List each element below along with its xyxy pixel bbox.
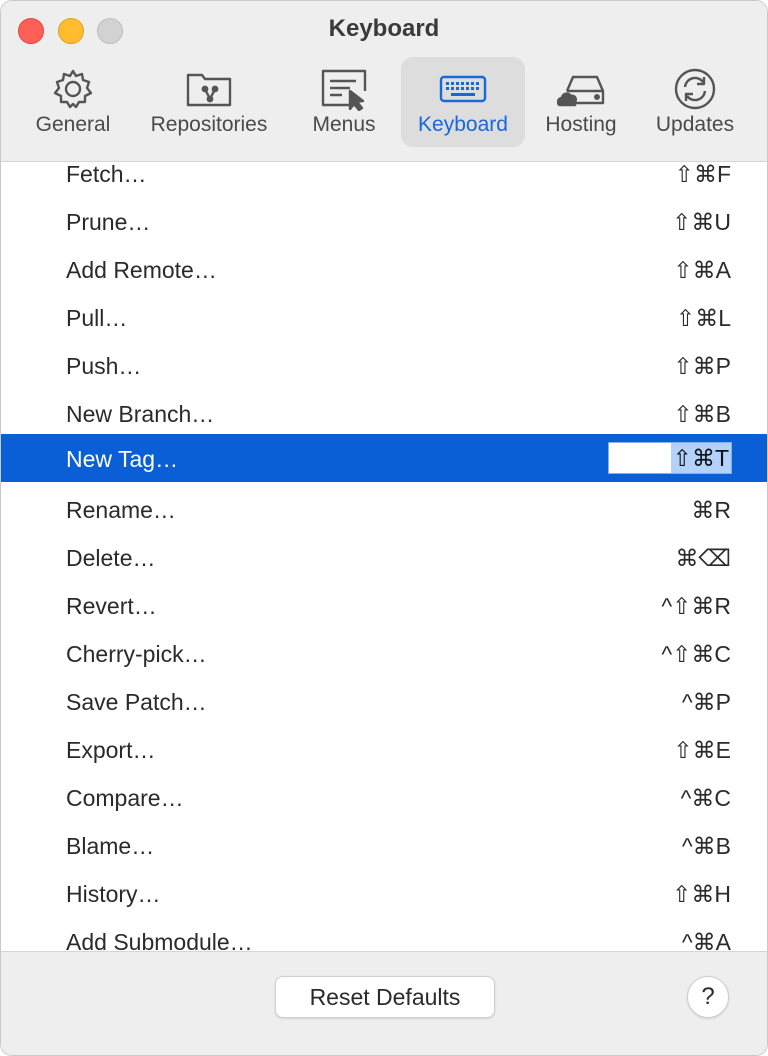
shortcut-row-blame[interactable]: Blame… ^⌘B [1,821,767,869]
shortcut-row-export[interactable]: Export… ⇧⌘E [1,725,767,773]
command-label: Pull… [66,305,128,331]
command-label: Blame… [66,833,155,859]
command-label: Prune… [66,209,151,235]
shortcut-row-cherry-pick[interactable]: Cherry-pick… ^⇧⌘C [1,629,767,677]
shortcut-row-new-branch[interactable]: New Branch… ⇧⌘B [1,389,767,437]
shortcut-row-delete[interactable]: Delete… ⌘⌫ [1,533,767,581]
shortcut-keys[interactable]: ⇧⌘P [673,353,731,380]
command-label: Add Remote… [66,257,217,283]
tab-repositories[interactable]: Repositories [139,57,279,147]
repository-folder-icon [185,67,233,111]
tab-label: Repositories [150,113,268,136]
tab-label: General [35,113,111,136]
shortcut-editor-field[interactable]: ⇧⌘T [608,442,732,474]
command-label: New Tag… [66,446,179,472]
shortcut-keys[interactable]: ⇧⌘H [672,881,731,908]
tab-hosting[interactable]: Hosting [533,57,629,147]
window-title: Keyboard [328,15,440,42]
command-label: Revert… [66,593,157,619]
shortcut-keys[interactable]: ⇧⌘L [676,305,731,332]
command-label: Save Patch… [66,689,207,715]
command-label: Compare… [66,785,184,811]
shortcut-row-compare[interactable]: Compare… ^⌘C [1,773,767,821]
shortcut-keys[interactable]: ⇧⌘F [675,162,731,188]
tab-label: Keyboard [418,113,508,136]
command-label: Rename… [66,497,176,523]
tab-menus[interactable]: Menus [297,57,391,147]
shortcut-row-prune[interactable]: Prune… ⇧⌘U [1,197,767,245]
shortcut-keys[interactable]: ⇧⌘A [673,257,731,284]
shortcut-row-fetch[interactable]: Fetch… ⇧⌘F [1,162,767,197]
footer-bar: Reset Defaults ? [1,951,767,1055]
help-button[interactable]: ? [687,976,729,1018]
tab-label: Hosting [545,113,617,136]
keyboard-icon [439,67,487,111]
command-label: History… [66,881,161,907]
shortcut-keys[interactable]: ^⇧⌘R [661,593,731,620]
shortcut-row-new-tag[interactable]: New Tag… ⇧⌘T [1,434,767,482]
tab-updates[interactable]: Updates [647,57,743,147]
shortcut-row-add-remote[interactable]: Add Remote… ⇧⌘A [1,245,767,293]
shortcut-row-history[interactable]: History… ⇧⌘H [1,869,767,917]
shortcut-row-revert[interactable]: Revert… ^⇧⌘R [1,581,767,629]
reset-defaults-button[interactable]: Reset Defaults [275,976,495,1018]
shortcut-keys[interactable]: ^⌘C [681,785,731,812]
command-label: Delete… [66,545,156,571]
tab-keyboard[interactable]: Keyboard [401,57,525,147]
menu-cursor-icon [320,67,368,112]
title-bar: Keyboard General Repositories Menus Keyb… [1,1,767,162]
cloud-drive-icon [556,67,605,111]
command-label: Push… [66,353,142,379]
command-label: Cherry-pick… [66,641,207,667]
shortcut-row-rename[interactable]: Rename… ⌘R [1,485,767,533]
command-label: Add Submodule… [66,929,253,950]
shortcut-row-add-submodule[interactable]: Add Submodule… ^⌘A [1,917,767,950]
command-label: New Branch… [66,401,215,427]
shortcut-keys[interactable]: ⇧⌘B [673,401,731,428]
shortcut-row-save-patch[interactable]: Save Patch… ^⌘P [1,677,767,725]
shortcut-keys[interactable]: ⇧⌘E [673,737,731,764]
preferences-toolbar: General Repositories Menus Keyboard Host… [1,57,767,149]
shortcut-keys-selected: ⇧⌘T [670,443,731,473]
shortcut-keys[interactable]: ^⌘P [682,689,731,716]
shortcut-keys[interactable]: ⌘R [691,497,731,524]
gear-icon [49,67,97,111]
shortcut-keys[interactable]: ^⌘A [682,929,731,950]
command-label: Fetch… [66,162,147,187]
preferences-window: Keyboard General Repositories Menus Keyb… [0,0,768,1056]
tab-label: Menus [312,113,376,136]
tab-general[interactable]: General [23,57,123,147]
shortcut-keys[interactable]: ^⌘B [682,833,731,860]
shortcut-row-pull[interactable]: Pull… ⇧⌘L [1,293,767,341]
shortcut-keys[interactable]: ^⇧⌘C [661,641,731,668]
shortcut-row-push[interactable]: Push… ⇧⌘P [1,341,767,389]
shortcut-keys[interactable]: ⇧⌘U [672,209,731,236]
tab-label: Updates [655,113,735,136]
shortcut-list[interactable]: Fetch… ⇧⌘F Prune… ⇧⌘U Add Remote… ⇧⌘A Pu… [1,162,767,950]
command-label: Export… [66,737,156,763]
refresh-icon [671,67,719,111]
shortcut-keys[interactable]: ⌘⌫ [675,545,731,572]
